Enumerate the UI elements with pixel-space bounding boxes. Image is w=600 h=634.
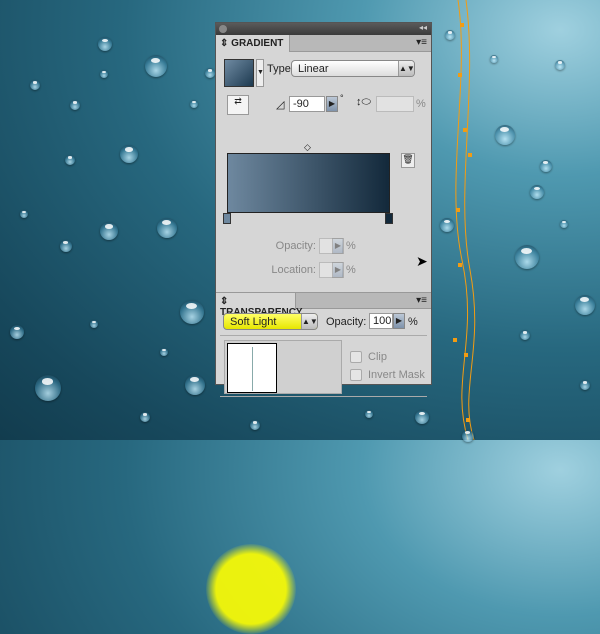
anchor-point[interactable]: [464, 353, 468, 357]
anchor-point[interactable]: [466, 418, 470, 422]
water-drop: [100, 222, 118, 240]
delete-stop-icon[interactable]: 🗑: [401, 153, 415, 168]
midpoint-diamond[interactable]: ◇: [304, 142, 311, 153]
water-drop: [140, 412, 150, 422]
angle-icon: ◿: [276, 99, 285, 111]
water-drop: [180, 300, 204, 324]
gradient-swatch[interactable]: [224, 59, 254, 87]
water-drop: [462, 430, 474, 442]
gradient-stop-start[interactable]: [223, 213, 231, 224]
water-drop: [365, 410, 373, 418]
water-drop: [445, 30, 455, 40]
gradient-stop-end[interactable]: [385, 213, 393, 224]
aspect-ratio-input[interactable]: [376, 96, 414, 112]
water-drop: [90, 320, 98, 328]
water-drop: [580, 380, 590, 390]
water-drop: [205, 68, 215, 78]
water-drop: [250, 420, 260, 430]
water-drop: [160, 348, 168, 356]
type-select[interactable]: Linear ▲▼: [291, 60, 415, 77]
clip-checkbox[interactable]: [350, 351, 362, 363]
water-drop: [30, 80, 40, 90]
anchor-point[interactable]: [456, 208, 460, 212]
water-drop: [20, 210, 28, 218]
water-drop: [575, 295, 595, 315]
water-drop: [145, 55, 167, 77]
blend-mode-select[interactable]: Soft Light ▲▼: [223, 313, 318, 330]
water-drop: [65, 155, 75, 165]
water-drop: [100, 70, 108, 78]
mouse-cursor-icon: ➤: [416, 253, 428, 269]
water-drop: [520, 330, 530, 340]
anchor-point[interactable]: [463, 128, 467, 132]
reverse-gradient-button[interactable]: ⇄: [227, 95, 249, 115]
water-drop: [190, 100, 198, 108]
water-drop: [120, 145, 138, 163]
water-drop: [555, 60, 565, 70]
select-arrows-icon: ▲▼: [301, 314, 318, 329]
water-drop: [35, 375, 61, 401]
angle-input[interactable]: -90: [289, 96, 325, 112]
gradient-slider[interactable]: [227, 153, 390, 213]
anchor-point[interactable]: [453, 338, 457, 342]
water-drop: [515, 245, 539, 269]
water-drop: [98, 37, 112, 51]
swatch-dropdown-icon[interactable]: ▼: [256, 59, 264, 87]
anchor-point[interactable]: [460, 23, 464, 27]
water-drop: [10, 325, 24, 339]
water-drop: [540, 160, 552, 172]
collapse-icon[interactable]: ◂◂: [419, 23, 427, 32]
angle-dropdown-button[interactable]: ▶: [326, 96, 338, 112]
gradient-transparency-panel: ◂◂ ⇕ GRADIENT ▾≡ ▼ Type: Linear ▲▼ ⇄ ◿ -90…: [206, 22, 432, 634]
opacity-input[interactable]: 100: [369, 313, 393, 329]
water-drop: [560, 220, 568, 228]
anchor-point[interactable]: [458, 73, 462, 77]
aspect-ratio-icon: ↕⬭: [356, 96, 371, 108]
anchor-point[interactable]: [468, 153, 472, 157]
water-drop: [495, 125, 515, 145]
water-drop: [185, 375, 205, 395]
opacity-dropdown-button[interactable]: ▶: [393, 313, 405, 329]
select-arrows-icon: ▲▼: [398, 61, 415, 76]
panel-menu-icon[interactable]: ▾≡: [416, 295, 427, 306]
close-icon[interactable]: [219, 25, 227, 33]
anchor-point[interactable]: [458, 263, 462, 267]
water-drop: [60, 240, 72, 252]
stop-location-dropdown[interactable]: ▶: [332, 262, 344, 278]
highlight-circle: [206, 544, 296, 634]
stop-opacity-dropdown[interactable]: ▶: [332, 238, 344, 254]
mask-area: [224, 340, 342, 394]
water-drop: [70, 100, 80, 110]
invert-mask-checkbox[interactable]: [350, 369, 362, 381]
water-drop: [415, 410, 429, 424]
object-thumbnail[interactable]: [227, 343, 277, 393]
water-drop: [530, 185, 544, 199]
tab-gradient[interactable]: ⇕ GRADIENT: [216, 35, 290, 52]
water-drop: [157, 218, 177, 238]
panel-titlebar[interactable]: ◂◂: [216, 23, 431, 35]
panel-menu-icon[interactable]: ▾≡: [416, 37, 427, 48]
water-drop: [490, 55, 498, 63]
tab-transparency[interactable]: ⇕ TRANSPARENCY: [216, 293, 303, 318]
water-drop: [440, 218, 454, 232]
